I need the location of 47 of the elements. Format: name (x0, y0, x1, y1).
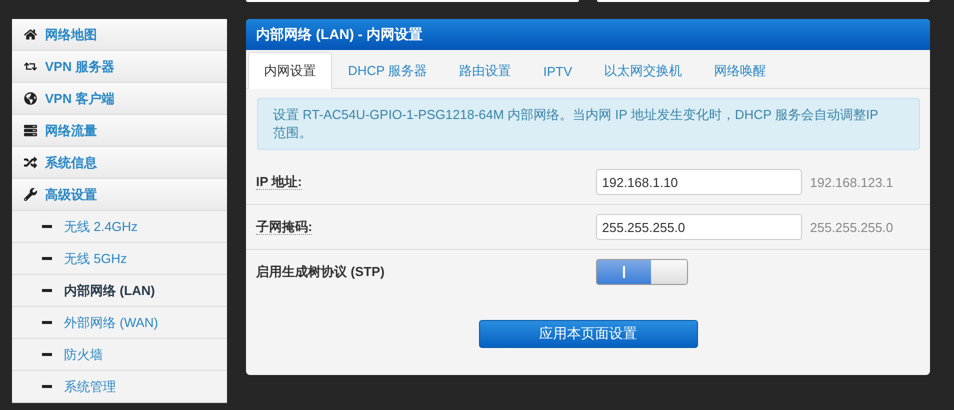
home-icon (24, 28, 37, 41)
input-field[interactable]: 192.168.1.10 (596, 169, 802, 195)
field-label: IP 地址: (256, 174, 302, 190)
sidebar-item-label: 系统管理 (64, 378, 116, 396)
sidebar-item-label: VPN 服务器 (45, 58, 114, 76)
sidebar-item-label: 无线 5GHz (64, 250, 127, 268)
sidebar-item[interactable]: 高级设置 (12, 179, 227, 211)
default-value: 255.255.255.0 (810, 220, 894, 234)
sidebar-item[interactable]: VPN 服务器 (12, 51, 227, 83)
sidebar-item-label: 内部网络 (LAN) (64, 282, 155, 300)
tab[interactable]: 路由设置 (443, 52, 528, 89)
dash-icon (42, 385, 52, 388)
dash-icon (42, 257, 52, 260)
field-label: 子网掩码: (256, 219, 312, 235)
dash-icon (42, 225, 52, 228)
tab[interactable]: 以太网交换机 (588, 52, 698, 89)
panel-title: 内部网络 (LAN) - 内网设置 (246, 19, 930, 50)
input-field[interactable]: 255.255.255.0 (596, 214, 802, 240)
tab[interactable]: 内网设置 (248, 52, 332, 89)
sidebar-item-label: 网络地图 (45, 26, 97, 44)
dash-icon (42, 289, 52, 292)
wrench-icon (24, 188, 37, 201)
toggle-switch[interactable] (596, 259, 688, 285)
sidebar-item[interactable]: 网络地图 (12, 19, 227, 51)
globe-icon (24, 92, 37, 105)
shuffle-icon (24, 156, 37, 169)
sidebar-item-label: 无线 2.4GHz (64, 218, 138, 236)
info-message: 设置 RT-AC54U-GPIO-1-PSG1218-64M 内部网络。当内网 IP 地址发生变化时，DHCP 服务会自动调整IP 范围。 (257, 98, 920, 150)
apply-button[interactable]: 应用本页面设置 (478, 320, 698, 348)
sidebar-item[interactable]: 系统信息 (12, 147, 227, 179)
retweet-icon (24, 60, 37, 73)
sidebar-item-label: 外部网络 (WAN) (64, 314, 158, 332)
sidebar-item-label: 防火墙 (64, 346, 103, 364)
sidebar-item-label: 网络流量 (45, 122, 97, 140)
tab[interactable]: DHCP 服务器 (332, 52, 444, 89)
sidebar-item-label: 高级设置 (45, 186, 97, 204)
tab[interactable]: IPTV (527, 52, 588, 89)
sidebar-item-label: VPN 客户端 (45, 90, 114, 108)
dash-icon (42, 353, 52, 356)
sidebar-item[interactable]: VPN 客户端 (12, 83, 227, 115)
dash-icon (42, 321, 52, 324)
default-value: 192.168.123.1 (810, 174, 894, 190)
tab[interactable]: 网络唤醒 (698, 52, 782, 89)
sidebar-item-label: 系统信息 (45, 154, 97, 172)
list-icon (24, 124, 37, 137)
sidebar-item[interactable]: 网络流量 (12, 115, 227, 147)
field-label: 启用生成树协议 (STP) (256, 264, 385, 279)
